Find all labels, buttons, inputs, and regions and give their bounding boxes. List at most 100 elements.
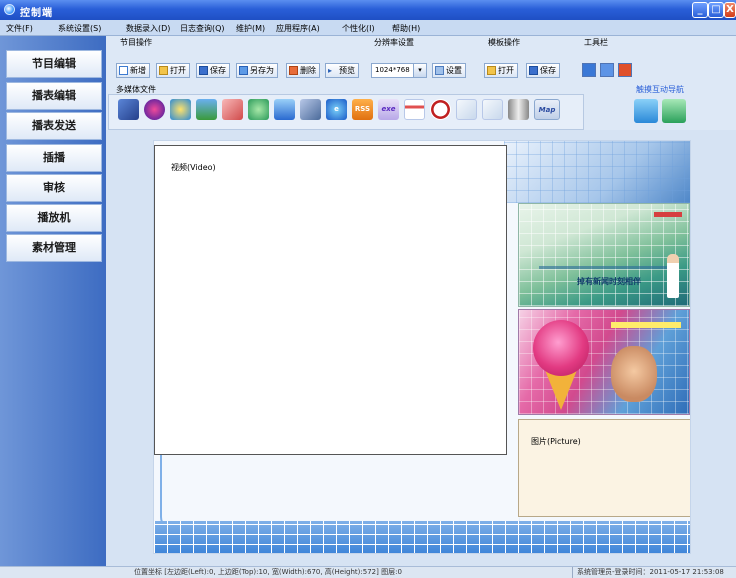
open-button[interactable]: 打开 — [156, 63, 190, 78]
save-button[interactable]: 保存 — [196, 63, 230, 78]
gallery-icon[interactable] — [222, 99, 243, 120]
settings-icon — [435, 66, 444, 75]
menu-file[interactable]: 文件(F) — [6, 23, 33, 34]
pic2-banner — [611, 322, 681, 328]
flash-icon[interactable] — [144, 99, 165, 120]
toolbar: 节目操作 新增 打开 保存 另存为 删除 ▸ 预览 分辨率设置 1024*768 … — [106, 36, 736, 130]
program-stage: 视频(Video) 掉有新闻时刻相伴 图片(Picture) — [153, 140, 691, 554]
video-region-label: 视频(Video) — [171, 163, 216, 172]
save-label: 保存 — [210, 66, 226, 75]
delete-icon — [289, 66, 298, 75]
web-icon[interactable] — [248, 99, 269, 120]
weather-icon[interactable] — [456, 99, 477, 120]
template-ops-label: 模板操作 — [488, 38, 520, 47]
menu-maintenance[interactable]: 维护(M) — [236, 23, 265, 34]
login-info: 系统管理员-登录时间：2011-05-17 21:53:08 — [572, 567, 724, 578]
menu-applications[interactable]: 应用程序(A) — [276, 23, 320, 34]
close-button[interactable]: X — [724, 2, 736, 18]
scroll-icon[interactable] — [508, 99, 529, 120]
save-as-button[interactable]: 另存为 — [236, 63, 278, 78]
pic2-person — [611, 346, 657, 402]
picture-region-news[interactable]: 掉有新闻时刻相伴 — [518, 203, 690, 307]
nav-asset-management[interactable]: 素材管理 — [6, 234, 102, 262]
tool-minimize-icon[interactable] — [582, 63, 596, 77]
picture-region-icecream[interactable] — [518, 309, 690, 415]
resolution-label: 分辨率设置 — [374, 38, 414, 47]
menu-log-query[interactable]: 日志查询(Q) — [180, 23, 225, 34]
title-bar: 控制端 _ □ X — [0, 0, 736, 20]
background-grid-bottom — [154, 521, 690, 553]
new-label: 新增 — [130, 66, 146, 75]
menu-help[interactable]: 帮助(H) — [392, 23, 420, 34]
chevron-down-icon[interactable]: ▾ — [413, 64, 426, 77]
new-button[interactable]: 新增 — [116, 63, 150, 78]
picture-region-label: 图片(Picture) — [531, 437, 581, 446]
nav-insert-play[interactable]: 插播 — [6, 144, 102, 172]
exe-icon[interactable]: exe — [378, 99, 399, 120]
tool-restore-icon[interactable] — [600, 63, 614, 77]
save-as-icon — [239, 66, 248, 75]
template-open-button[interactable]: 打开 — [484, 63, 518, 78]
nav-schedule-edit[interactable]: 播表编辑 — [6, 82, 102, 110]
nav-schedule-send[interactable]: 播表发送 — [6, 112, 102, 140]
save-icon — [529, 66, 538, 75]
document-icon[interactable] — [300, 99, 321, 120]
nav-program-edit[interactable]: 节目编辑 — [6, 50, 102, 78]
app-icon — [4, 4, 15, 15]
maximize-button[interactable]: □ — [708, 2, 724, 18]
preview-label: 预览 — [339, 66, 355, 75]
minimize-button[interactable]: _ — [692, 2, 708, 18]
delete-label: 删除 — [300, 66, 316, 75]
pic2-icecream — [533, 320, 589, 376]
preview-button[interactable]: ▸ 预览 — [325, 63, 359, 78]
text-icon[interactable] — [274, 99, 295, 120]
background-grid-top — [504, 141, 690, 203]
pic2-cone — [545, 370, 577, 410]
folder-icon — [159, 66, 168, 75]
program-ops-label: 节目操作 — [120, 38, 152, 47]
image-icon[interactable] — [196, 99, 217, 120]
back-arrow-icon[interactable] — [634, 99, 658, 123]
save-as-label: 另存为 — [250, 66, 274, 75]
window-title: 控制端 — [20, 8, 53, 19]
toolbox-label: 工具栏 — [584, 38, 608, 47]
new-file-icon — [119, 66, 128, 75]
nav-player[interactable]: 播放机 — [6, 204, 102, 232]
rss-icon[interactable]: RSS — [352, 99, 373, 120]
tool-close-icon[interactable] — [618, 63, 632, 77]
audio-icon[interactable] — [170, 99, 191, 120]
status-bar: 位置坐标 [左边距(Left):0, 上边距(Top):10, 宽(Width)… — [0, 566, 736, 578]
video-icon[interactable] — [118, 99, 139, 120]
menu-data-entry[interactable]: 数据录入(D) — [126, 23, 170, 34]
touch-nav-label: 触摸互动导航 — [636, 85, 684, 94]
pic1-grid — [519, 204, 689, 306]
play-icon: ▸ — [328, 66, 333, 75]
menu-system-settings[interactable]: 系统设置(S) — [58, 23, 101, 34]
home-icon[interactable] — [662, 99, 686, 123]
save-icon — [199, 66, 208, 75]
delete-button[interactable]: 删除 — [286, 63, 320, 78]
picture-region[interactable]: 图片(Picture) — [518, 419, 690, 517]
template-save-button[interactable]: 保存 — [526, 63, 560, 78]
calendar-icon[interactable] — [404, 99, 425, 120]
video-region[interactable]: 视频(Video) — [154, 145, 507, 455]
settings-button[interactable]: 设置 — [432, 63, 466, 78]
pic1-person — [667, 254, 679, 298]
template-open-label: 打开 — [498, 66, 514, 75]
stock-icon[interactable] — [482, 99, 503, 120]
left-nav: 节目编辑 播表编辑 播表发送 插播 审核 播放机 素材管理 — [0, 36, 106, 566]
nav-review[interactable]: 审核 — [6, 174, 102, 202]
menu-personalize[interactable]: 个性化(I) — [342, 23, 375, 34]
position-readout: 位置坐标 [左边距(Left):0, 上边距(Top):10, 宽(Width)… — [134, 568, 402, 576]
internet-explorer-icon[interactable]: e — [326, 99, 347, 120]
clock-icon[interactable] — [430, 99, 451, 120]
folder-icon — [487, 66, 496, 75]
menu-bar: 文件(F) 系统设置(S) 数据录入(D) 日志查询(Q) 维护(M) 应用程序… — [0, 20, 736, 36]
pic1-subtitle-bar — [539, 266, 679, 269]
pic1-logo — [654, 212, 682, 217]
pic1-caption: 掉有新闻时刻相伴 — [577, 277, 641, 286]
map-icon[interactable]: Map — [534, 99, 560, 120]
settings-label: 设置 — [446, 66, 462, 75]
template-save-label: 保存 — [540, 66, 556, 75]
open-label: 打开 — [170, 66, 186, 75]
